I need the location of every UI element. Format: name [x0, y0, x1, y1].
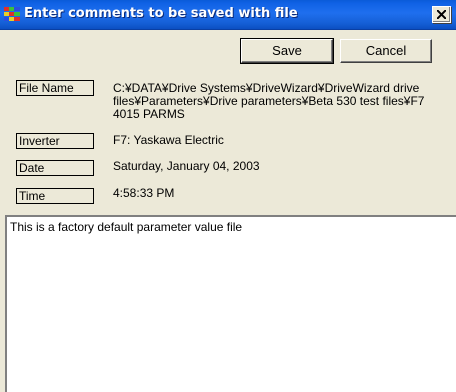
app-icon	[4, 7, 20, 21]
file-name-line-3: 4015 PARMS	[113, 107, 185, 119]
date-value: Saturday, January 04, 2003	[113, 159, 260, 173]
inverter-value: F7: Yaskawa Electric	[113, 133, 224, 147]
file-name-value: C:¥DATA¥Drive Systems¥DriveWizard¥DriveW…	[113, 82, 445, 118]
date-label: Date	[16, 160, 94, 176]
time-value: 4:58:33 PM	[113, 186, 175, 200]
close-button[interactable]	[432, 6, 451, 23]
cancel-button[interactable]: Cancel	[340, 39, 432, 63]
time-label: Time	[16, 188, 94, 204]
window-title: Enter comments to be saved with file	[24, 6, 298, 21]
file-name-label: File Name	[16, 80, 94, 96]
close-icon	[437, 10, 446, 19]
save-button[interactable]: Save	[240, 38, 334, 64]
title-bar[interactable]: Enter comments to be saved with file	[0, 0, 456, 30]
comments-textarea[interactable]: This is a factory default parameter valu…	[5, 215, 456, 392]
comments-text: This is a factory default parameter valu…	[10, 220, 243, 234]
inverter-label: Inverter	[16, 133, 94, 149]
